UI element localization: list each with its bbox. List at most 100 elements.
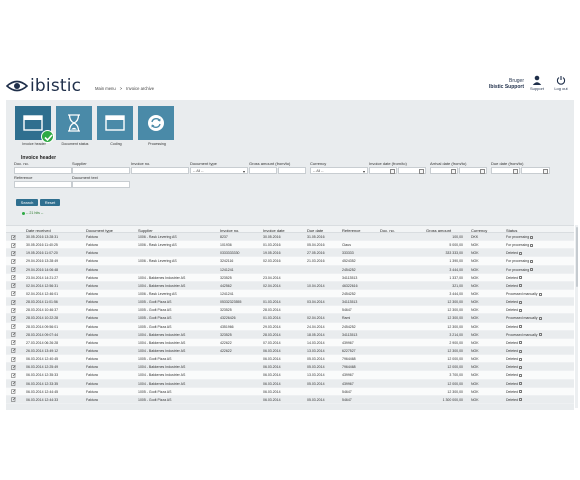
document-text-input[interactable] [72, 181, 130, 188]
status-info-icon[interactable] [519, 251, 523, 255]
status-info-icon[interactable] [519, 276, 523, 280]
column-header[interactable]: Reference [342, 228, 360, 233]
table-row[interactable]: 29.04.2016 14:06:48 Faktura 1241241 2454252… [6, 266, 574, 274]
column-header[interactable]: Invoice no. [220, 228, 239, 233]
table-row[interactable]: 28.03.2014 09:07:44 Faktura 1004 - Bakkene… [6, 331, 574, 339]
tile-invoice-header[interactable]: Invoice header [15, 106, 54, 146]
column-header[interactable]: Status [506, 228, 517, 233]
invoice-date-to-input[interactable] [398, 167, 426, 174]
edit-document-icon[interactable] [11, 381, 16, 386]
edit-document-icon[interactable] [11, 365, 16, 370]
status-info-icon[interactable] [538, 333, 542, 337]
edit-document-icon[interactable] [11, 356, 16, 362]
calendar-icon[interactable] [480, 169, 485, 174]
column-header[interactable]: Invoice date [263, 228, 285, 233]
calendar-icon[interactable] [390, 169, 395, 174]
table-row[interactable]: 30.05.2016 13:28:31 Faktura 1006 - Rask Le… [6, 233, 574, 242]
table-row[interactable]: 19.05.2016 11:07:20 Faktura 0333333330 19.0… [6, 249, 574, 258]
table-row[interactable]: 28.03.2014 11:01:56 Faktura 1005 - Godt Pi… [6, 298, 574, 307]
status-info-icon[interactable] [530, 235, 534, 239]
calendar-icon[interactable] [543, 169, 548, 174]
status-info-icon[interactable] [519, 284, 523, 288]
status-info-icon[interactable] [530, 260, 534, 263]
currency-select[interactable]: -- All -- ▾ [310, 167, 368, 174]
table-row[interactable]: 23.04.2014 14:21:27 Faktura 1004 - Bakkene… [6, 273, 574, 282]
edit-document-icon[interactable] [11, 316, 16, 321]
status-info-icon[interactable] [519, 308, 523, 312]
calendar-icon[interactable] [419, 169, 424, 174]
column-header[interactable]: Currency [471, 228, 487, 233]
gross-amount-to-input[interactable] [278, 167, 306, 174]
table-row[interactable]: 30.05.2016 11:40:25 Faktura 1006 - Rask Le… [6, 241, 574, 250]
status-info-icon[interactable] [519, 373, 523, 377]
edit-document-icon[interactable] [11, 348, 16, 354]
status-info-icon[interactable] [519, 382, 523, 386]
breadcrumb-main-menu[interactable]: Main menu [95, 86, 116, 91]
status-info-icon[interactable] [530, 268, 534, 272]
table-row[interactable]: 06.03.2014 12:44:33 Faktura 1005 - Godt Pi… [6, 396, 574, 404]
status-info-icon[interactable] [519, 390, 523, 394]
status-info-icon[interactable] [538, 316, 542, 320]
status-info-icon[interactable] [519, 357, 523, 361]
gross-amount-from-input[interactable] [249, 167, 277, 174]
reset-button[interactable]: Reset [40, 199, 60, 206]
tile-coding[interactable]: Coding [97, 106, 135, 146]
table-row[interactable]: 06.03.2014 12:40:45 Faktura 1005 - Godt Pi… [6, 355, 574, 364]
arrival-date-to-input[interactable] [459, 167, 487, 174]
edit-document-icon[interactable] [11, 251, 16, 256]
status-info-icon[interactable] [519, 300, 523, 304]
due-date-from-input[interactable] [491, 167, 520, 174]
invoice-no-input[interactable] [131, 167, 189, 174]
column-header[interactable]: Gross amount [426, 228, 451, 233]
column-header[interactable]: Supplier [138, 228, 153, 233]
table-row[interactable]: 06.03.2014 12:44:45 Faktura 1005 - Godt Pi… [6, 387, 574, 396]
column-header[interactable]: Due date [307, 228, 323, 233]
table-row[interactable]: 06.03.2014 12:25:49 Faktura 1004 - Bakkene… [6, 363, 574, 372]
table-row[interactable]: 06.03.2014 12:35:33 Faktura 1004 - Bakkene… [6, 371, 574, 380]
status-info-icon[interactable] [530, 243, 534, 247]
reference-input[interactable] [14, 181, 72, 188]
tile-processing[interactable]: Processing [138, 106, 176, 146]
support-button[interactable]: Support [526, 75, 548, 91]
edit-document-icon[interactable] [11, 275, 16, 280]
status-info-icon[interactable] [519, 365, 523, 369]
arrival-date-from-input[interactable] [430, 167, 458, 174]
edit-document-icon[interactable] [11, 299, 16, 305]
table-row[interactable]: 28.03.2014 10:46:37 Faktura 1005 - Godt Pi… [6, 306, 574, 315]
column-header[interactable]: Date received [26, 228, 51, 233]
table-row[interactable]: 02.04.2014 12:46:01 Faktura 1006 - Rask Le… [6, 289, 574, 299]
logout-button[interactable]: Log out [550, 75, 572, 91]
column-header[interactable]: Doc. no. [380, 228, 395, 233]
table-row[interactable]: 28.03.2014 10:22:28 Faktura 1005 - Godt Pi… [6, 314, 574, 323]
edit-document-icon[interactable] [11, 242, 16, 248]
edit-document-icon[interactable] [11, 291, 16, 297]
table-row[interactable]: 26.03.2014 13:49:12 Faktura 1004 - Bakkene… [6, 347, 574, 356]
edit-document-icon[interactable] [11, 283, 16, 289]
table-row[interactable]: 29.04.2016 13:28:49 Faktura 1006 - Rask Le… [6, 257, 574, 266]
search-button[interactable]: Search [16, 199, 38, 206]
edit-document-icon[interactable] [11, 267, 16, 272]
tile-document-status[interactable]: Document status [56, 106, 94, 146]
edit-document-icon[interactable] [11, 340, 16, 346]
status-info-icon[interactable] [519, 349, 523, 353]
invoice-date-from-input[interactable] [369, 167, 397, 174]
edit-document-icon[interactable] [11, 324, 16, 329]
calendar-icon[interactable] [513, 169, 518, 174]
status-info-icon[interactable] [519, 398, 523, 402]
status-info-icon[interactable] [538, 292, 542, 296]
calendar-icon[interactable] [451, 169, 456, 174]
scrollbar-thumb[interactable] [575, 227, 578, 287]
column-header[interactable]: Document type [86, 228, 113, 233]
ibistic-logo[interactable]: ibistic [6, 76, 81, 96]
table-row[interactable]: 06.03.2014 12:33:35 Faktura 1004 - Bakkene… [6, 380, 574, 388]
table-row[interactable]: 02.04.2014 12:56:31 Faktura 1004 - Bakkene… [6, 282, 574, 290]
edit-document-icon[interactable] [11, 332, 16, 337]
edit-document-icon[interactable] [11, 397, 16, 403]
due-date-to-input[interactable] [521, 167, 550, 174]
table-row[interactable]: 28.03.2014 09:56:01 Faktura 1005 - Godt Pi… [6, 322, 574, 331]
edit-document-icon[interactable] [11, 308, 16, 313]
supplier-input[interactable] [72, 167, 130, 174]
table-row[interactable]: 27.03.2014 06:26:28 Faktura 1004 - Bakkene… [6, 338, 574, 347]
document-type-select[interactable]: -- All -- ▾ [190, 167, 248, 174]
edit-document-icon[interactable] [11, 373, 16, 378]
